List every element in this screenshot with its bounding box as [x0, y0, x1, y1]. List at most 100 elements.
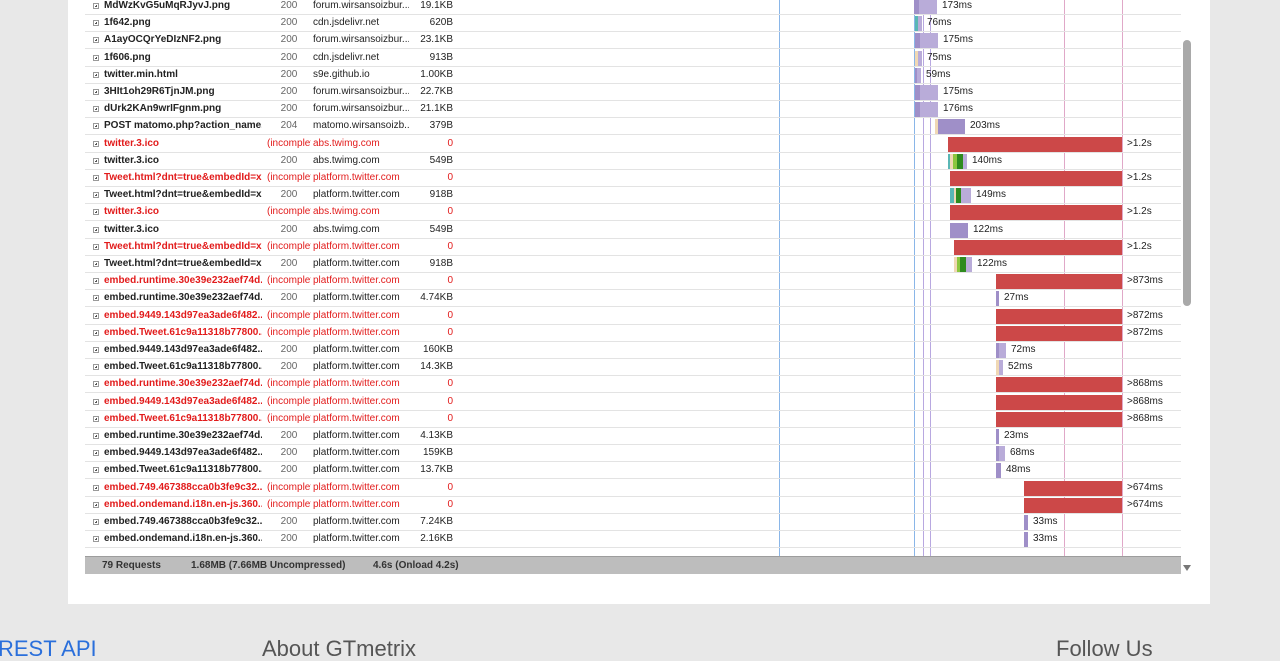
- expand-plus-icon[interactable]: [93, 484, 99, 491]
- timing-label: 149ms: [976, 189, 1007, 201]
- request-row[interactable]: embed.runtime.30e39e232aef74d... 200 platf…: [85, 428, 1181, 445]
- request-row[interactable]: Tweet.html?dnt=true&embedId=x... 200 platf…: [85, 187, 1181, 205]
- expand-plus-icon[interactable]: [93, 519, 99, 525]
- timing-label: >872ms: [1127, 326, 1163, 338]
- request-row[interactable]: twitter.min.html 200 s9e.github.io 1.00KB 59…: [85, 67, 1181, 84]
- request-row[interactable]: embed.9449.143d97ea3ade6f482... 200 platfo…: [85, 342, 1181, 359]
- expand-plus-icon[interactable]: [93, 536, 99, 543]
- request-row[interactable]: 3HIt1oh29R6TjnJM.png 200 forum.wirsansoizb…: [85, 84, 1181, 101]
- request-size: 620B: [429, 17, 453, 29]
- expand-plus-icon[interactable]: [93, 157, 99, 164]
- request-row[interactable]: 1f606.png 200 cdn.jsdelivr.net 913B 75ms: [85, 50, 1181, 67]
- request-status: 200: [280, 361, 298, 373]
- request-row[interactable]: Tweet.html?dnt=true&embedId=x... (incompl…: [85, 239, 1181, 256]
- expand-plus-icon[interactable]: [93, 106, 99, 113]
- request-name: twitter.min.html: [104, 68, 178, 80]
- expand-plus-icon[interactable]: [93, 3, 99, 9]
- request-name: MdWzKvG5uMqRJyvJ.png: [104, 0, 231, 11]
- request-row[interactable]: 1f642.png 200 cdn.jsdelivr.net 620B 76ms: [85, 15, 1181, 33]
- request-row[interactable]: MdWzKvG5uMqRJyvJ.png 200 forum.wirsansoizb…: [85, 0, 1181, 15]
- request-name: 1f642.png: [104, 17, 151, 29]
- request-size: 0: [447, 378, 453, 390]
- expand-plus-icon[interactable]: [93, 329, 99, 336]
- timing-label: >1.2s: [1127, 137, 1152, 149]
- expand-plus-icon[interactable]: [93, 54, 99, 61]
- request-domain: platform.twitter.com: [313, 344, 400, 355]
- request-name: embed.runtime.30e39e232aef74d...: [104, 292, 262, 304]
- request-row[interactable]: embed.ondemand.i18n.en-js.360... 200 platf…: [85, 531, 1181, 549]
- footer-rest-api-link[interactable]: REST API: [0, 638, 97, 660]
- request-size: 913B: [429, 51, 453, 63]
- request-row[interactable]: twitter.3.ico 200 abs.twimg.com 549B 140ms: [85, 153, 1181, 170]
- expand-plus-icon[interactable]: [93, 89, 99, 95]
- expand-plus-icon[interactable]: [93, 450, 99, 457]
- request-row[interactable]: embed.749.467388cca0b3fe9c32... (incomple…: [85, 480, 1181, 497]
- request-row[interactable]: embed.runtime.30e39e232aef74d... (incompl…: [85, 376, 1181, 394]
- request-name: embed.Tweet.61c9a11318b77800...: [104, 361, 262, 373]
- expand-plus-icon[interactable]: [93, 243, 99, 250]
- expand-plus-icon[interactable]: [93, 347, 99, 353]
- timing-bar-segment: [918, 16, 922, 32]
- request-row[interactable]: twitter.3.ico (incomplete)abs.twimg.com 0 >…: [85, 204, 1181, 222]
- expand-plus-icon[interactable]: [93, 278, 99, 285]
- timing-label: >872ms: [1127, 309, 1163, 321]
- request-row[interactable]: embed.9449.143d97ea3ade6f482... (incomple…: [85, 394, 1181, 411]
- expand-plus-icon[interactable]: [93, 501, 99, 508]
- request-row[interactable]: embed.Tweet.61c9a11318b77800... 200 platfo…: [85, 462, 1181, 480]
- request-domain: platform.twitter.com: [313, 240, 400, 252]
- request-row[interactable]: embed.Tweet.61c9a11318b77800... 200 platfo…: [85, 359, 1181, 377]
- expand-plus-icon[interactable]: [93, 433, 99, 439]
- request-status: (incomplete): [267, 498, 311, 510]
- request-domain: platform.twitter.com: [313, 361, 400, 373]
- request-size: 23.1KB: [420, 34, 453, 46]
- expand-plus-icon[interactable]: [93, 140, 99, 147]
- expand-plus-icon[interactable]: [93, 71, 99, 78]
- expand-plus-icon[interactable]: [93, 415, 99, 422]
- request-size: 4.74KB: [420, 292, 453, 304]
- expand-plus-icon[interactable]: [93, 312, 99, 319]
- request-status: 200: [280, 223, 298, 235]
- request-domain: platform.twitter.com: [313, 498, 400, 510]
- request-row[interactable]: twitter.3.ico 200 abs.twimg.com 549B 122ms: [85, 222, 1181, 239]
- timing-label: 27ms: [1004, 292, 1029, 304]
- expand-plus-icon[interactable]: [93, 226, 99, 233]
- request-row[interactable]: embed.Tweet.61c9a11318b77800... (incomple…: [85, 411, 1181, 428]
- timing-bar-segment: [999, 343, 1006, 358]
- request-row[interactable]: twitter.3.ico (incomplete)abs.twimg.com 0 >…: [85, 136, 1181, 153]
- expand-plus-icon[interactable]: [93, 37, 99, 44]
- request-row[interactable]: embed.runtime.30e39e232aef74d... 200 platf…: [85, 290, 1181, 308]
- scroll-down-arrow-icon[interactable]: [1183, 565, 1191, 571]
- request-domain: s9e.github.io: [313, 68, 370, 80]
- request-status: 200: [280, 86, 298, 97]
- scrollbar-thumb[interactable]: [1183, 40, 1191, 306]
- request-row[interactable]: dUrk2KAn9wrIFgnm.png 200 forum.wirsansoizb…: [85, 101, 1181, 119]
- expand-plus-icon[interactable]: [93, 192, 99, 199]
- request-row[interactable]: embed.9449.143d97ea3ade6f482... 200 platfo…: [85, 445, 1181, 463]
- expand-plus-icon[interactable]: [93, 381, 99, 388]
- vertical-scrollbar[interactable]: [1181, 0, 1193, 578]
- expand-plus-icon[interactable]: [93, 398, 99, 405]
- request-row[interactable]: embed.9449.143d97ea3ade6f482... (incomple…: [85, 308, 1181, 325]
- expand-plus-icon[interactable]: [93, 209, 99, 216]
- request-domain: platform.twitter.com: [313, 395, 400, 407]
- expand-plus-icon[interactable]: [93, 123, 99, 130]
- timing-label: 122ms: [977, 258, 1008, 269]
- request-row[interactable]: embed.ondemand.i18n.en-js.360... (incompl…: [85, 497, 1181, 514]
- expand-plus-icon[interactable]: [93, 364, 99, 371]
- request-row[interactable]: POST matomo.php?action_name... 204 matomo.…: [85, 118, 1181, 136]
- request-row[interactable]: Tweet.html?dnt=true&embedId=x... (incompl…: [85, 170, 1181, 187]
- request-row[interactable]: A1ayOCQrYeDIzNF2.png 200 forum.wirsansoizb…: [85, 32, 1181, 50]
- request-row[interactable]: embed.Tweet.61c9a11318b77800... (incomple…: [85, 325, 1181, 342]
- request-status: (incomplete): [267, 240, 311, 252]
- request-row[interactable]: Tweet.html?dnt=true&embedId=x... 200 platf…: [85, 256, 1181, 273]
- timing-bar-segment: [948, 136, 1122, 152]
- expand-plus-icon[interactable]: [93, 261, 99, 267]
- request-size: 2.16KB: [420, 533, 453, 545]
- expand-plus-icon[interactable]: [93, 175, 99, 181]
- expand-plus-icon[interactable]: [93, 20, 99, 27]
- request-row[interactable]: embed.749.467388cca0b3fe9c32... 200 platfo…: [85, 514, 1181, 531]
- request-row[interactable]: embed.runtime.30e39e232aef74d... (incompl…: [85, 273, 1181, 291]
- request-status: 200: [280, 17, 298, 29]
- expand-plus-icon[interactable]: [93, 295, 99, 302]
- expand-plus-icon[interactable]: [93, 467, 99, 474]
